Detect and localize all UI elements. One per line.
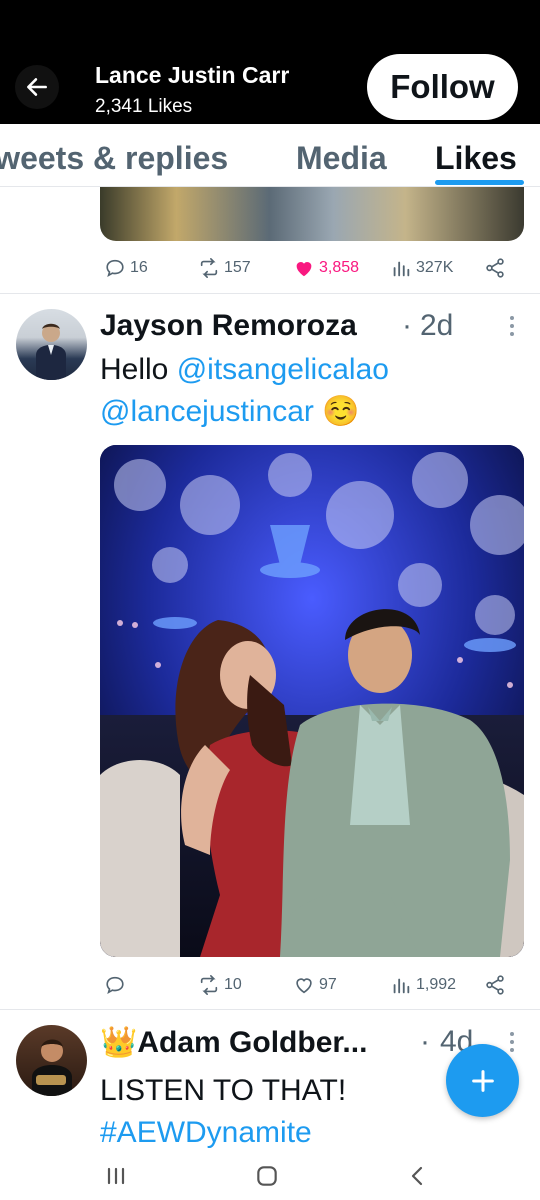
share-icon: [486, 975, 504, 995]
crown-emoji: 👑: [100, 1026, 138, 1059]
tweet-separator: ·: [402, 309, 412, 342]
tweet-time[interactable]: 2d: [420, 309, 453, 343]
views-count: 327K: [416, 259, 454, 276]
more-vertical-icon[interactable]: [510, 316, 516, 336]
emoji: ☺️: [322, 395, 360, 428]
avatar[interactable]: [16, 1025, 87, 1096]
tweet-divider: [0, 293, 540, 294]
mention-link[interactable]: @lancejustincar: [100, 395, 314, 428]
views-count: 1,992: [416, 976, 457, 993]
tweet-photo-image: [100, 445, 524, 957]
views-button[interactable]: 1,992: [390, 970, 456, 1000]
views-icon: [393, 978, 410, 994]
avatar-photo: [36, 323, 66, 380]
share-button[interactable]: [484, 253, 506, 283]
tweet-text-hello: Hello: [100, 353, 177, 386]
system-nav-bar: [0, 1150, 540, 1200]
tab-media[interactable]: Media: [296, 140, 387, 177]
home-icon: [257, 1166, 277, 1186]
chevron-left-icon: [411, 1166, 423, 1186]
like-count: 3,858: [319, 259, 360, 276]
home-button[interactable]: [247, 1156, 287, 1196]
back-nav-button[interactable]: [398, 1156, 438, 1196]
tweet-media-image[interactable]: [100, 187, 524, 241]
tweet-divider: [0, 1009, 540, 1010]
tweet-actions: 10 97 1,992: [100, 970, 520, 1000]
profile-tabs: Tweets & replies Media Likes: [0, 124, 540, 187]
heart-icon: [296, 262, 312, 277]
profile-name: Lance Justin Carr: [95, 62, 290, 88]
reply-icon: [106, 259, 124, 278]
likes-count: 2,341 Likes: [95, 96, 193, 117]
compose-button[interactable]: [446, 1044, 519, 1117]
tweet-author-name[interactable]: Jayson Remoroza: [100, 309, 357, 343]
active-tab-indicator: [435, 180, 524, 185]
mention-link[interactable]: @itsangelicalao: [177, 353, 389, 386]
retweet-button[interactable]: 10: [198, 970, 242, 1000]
retweet-icon: [200, 258, 218, 278]
retweet-icon: [200, 975, 218, 995]
arrow-left-icon: [27, 78, 47, 96]
tweet-feed[interactable]: 16 157 3,858 327K Jayson Remoroza · 2d H…: [0, 187, 540, 1150]
tab-tweets-replies[interactable]: Tweets & replies: [0, 140, 228, 177]
like-button[interactable]: 3,858: [293, 253, 359, 283]
tweet-photo[interactable]: [100, 445, 524, 957]
retweet-count: 10: [224, 976, 242, 993]
reply-button[interactable]: [104, 970, 130, 1000]
reply-count: 16: [130, 259, 148, 276]
retweet-button[interactable]: 157: [198, 253, 251, 283]
profile-header: Lance Justin Carr 2,341 Likes Follow: [0, 50, 540, 124]
recent-apps-icon: [107, 1167, 125, 1185]
tweet-text-line: LISTEN TO THAT!: [100, 1074, 347, 1107]
tweet-author-name-text: Adam Goldber...: [137, 1026, 368, 1059]
tweet-actions: 16 157 3,858 327K: [100, 253, 520, 283]
retweet-count: 157: [224, 259, 251, 276]
follow-button[interactable]: Follow: [367, 54, 518, 120]
plus-icon: [471, 1069, 494, 1092]
avatar-photo: [32, 1039, 72, 1096]
views-button[interactable]: 327K: [390, 253, 453, 283]
like-button[interactable]: 97: [293, 970, 337, 1000]
hashtag-link[interactable]: #AEWDynamite: [100, 1116, 312, 1149]
tweet-author-name[interactable]: 👑Adam Goldber...: [100, 1025, 367, 1060]
tab-likes[interactable]: Likes: [435, 140, 517, 177]
reply-icon: [106, 976, 124, 995]
share-button[interactable]: [484, 970, 506, 1000]
views-icon: [393, 261, 410, 277]
more-vertical-icon[interactable]: [510, 1032, 516, 1052]
back-button[interactable]: [15, 65, 59, 109]
status-bar: [0, 0, 540, 50]
like-count: 97: [319, 976, 337, 993]
share-icon: [486, 258, 504, 278]
reply-button[interactable]: 16: [104, 253, 148, 283]
tweet-text: Hello @itsangelicalao @lancejustincar ☺️: [100, 349, 520, 433]
avatar[interactable]: [16, 309, 87, 380]
heart-icon: [296, 978, 312, 994]
recent-apps-button[interactable]: [96, 1156, 136, 1196]
tweet-separator: ·: [420, 1025, 430, 1058]
